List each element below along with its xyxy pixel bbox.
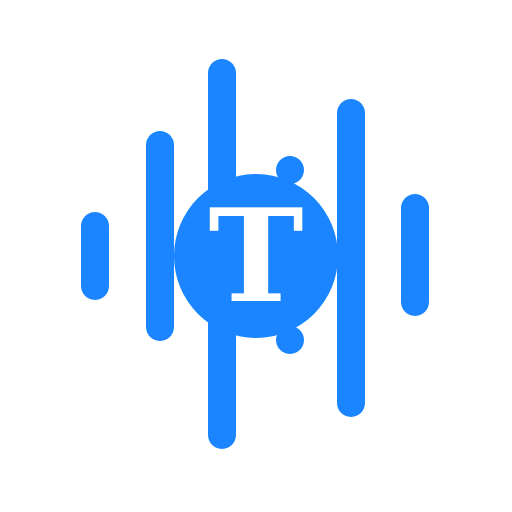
audio-transcription-logo-icon: T: [81, 59, 429, 449]
sound-wave-bar-outer-left: [81, 212, 109, 300]
sound-wave-bar-center-right: [337, 99, 365, 417]
disc-bump-top: [276, 156, 304, 184]
app-icon-canvas: T: [0, 0, 512, 512]
sound-wave-bar-left: [146, 131, 174, 341]
sound-wave-bar-outer-right: [401, 194, 429, 316]
logo-letter-t: T: [208, 182, 303, 332]
